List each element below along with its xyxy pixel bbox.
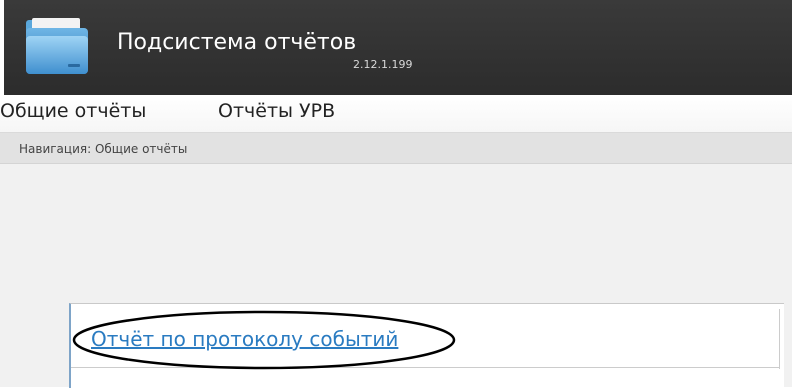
- panel-divider-vertical: [779, 309, 780, 369]
- report-link-event-log[interactable]: Отчёт по протоколу событий: [91, 327, 398, 351]
- menu-item-urv-reports[interactable]: Отчёты УРВ: [218, 99, 335, 123]
- app-header: Подсистема отчётов 2.12.1.199: [4, 0, 792, 95]
- panel-divider: [71, 367, 779, 368]
- breadcrumb-bar: Навигация: Общие отчёты: [0, 133, 792, 164]
- breadcrumb: Навигация: Общие отчёты: [19, 142, 188, 156]
- menu-bar: Общие отчёты Отчёты УРВ: [0, 95, 792, 133]
- app-version: 2.12.1.199: [353, 58, 413, 71]
- reports-panel: Отчёт по протоколу событий: [69, 303, 784, 388]
- app-title: Подсистема отчётов: [117, 30, 357, 55]
- menu-item-general-reports[interactable]: Общие отчёты: [0, 99, 146, 123]
- folder-icon: [26, 18, 88, 74]
- main-content: Отчёт по протоколу событий: [0, 164, 792, 388]
